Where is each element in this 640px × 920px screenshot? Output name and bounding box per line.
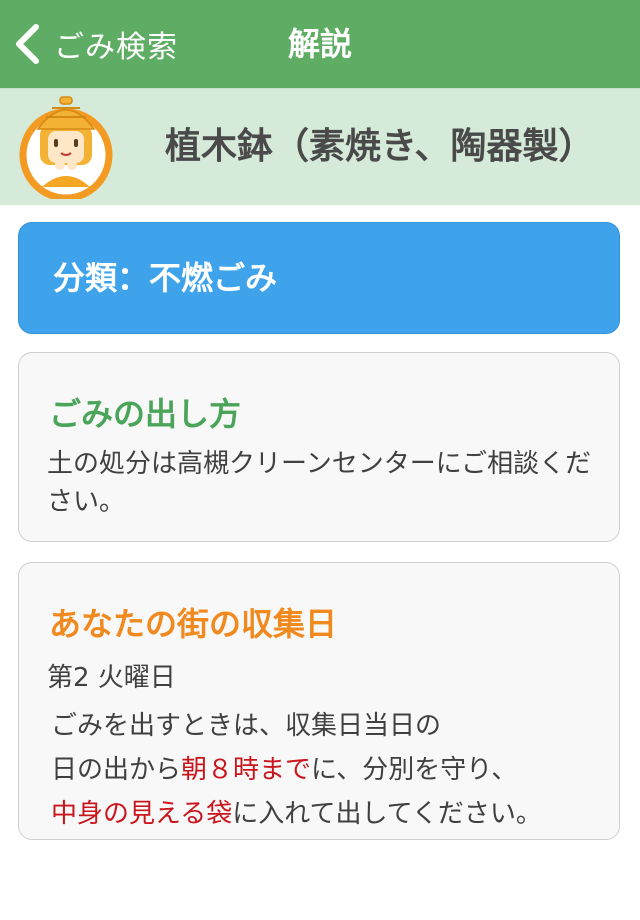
category-label: 分類：不燃ごみ — [53, 259, 278, 297]
collection-note-line-1: ごみを出すときは、収集日当日の — [51, 705, 441, 742]
collection-schedule: 第2 火曜日 — [47, 663, 176, 693]
collection-note-text: ごみを出すときは、収集日当日の — [51, 711, 442, 741]
item-header: 植木鉢（素焼き、陶器製） — [0, 88, 640, 205]
chevron-left-icon — [16, 24, 39, 64]
collection-note-text: に入れて出してください。 — [232, 799, 542, 829]
back-button[interactable]: ごみ検索 — [14, 22, 178, 66]
category-banner: 分類：不燃ごみ — [18, 222, 620, 334]
back-button-label: ごみ検索 — [54, 30, 178, 65]
collection-note-line-3: 中身の見える袋に入れて出してください。 — [51, 793, 542, 830]
collection-note-text: に、分別を守り、 — [311, 755, 518, 785]
collection-note-line-2: 日の出から朝８時までに、分別を守り、 — [51, 749, 517, 786]
collection-time-emphasis: 朝８時まで — [181, 755, 312, 785]
nav-title-text: 解説 — [287, 25, 352, 63]
item-name: 植木鉢（素焼き、陶器製） — [165, 126, 595, 167]
collection-card: あなたの街の収集日 第2 火曜日 ごみを出すときは、収集日当日の 日の出から朝８… — [18, 562, 620, 840]
collection-note-text: 日の出から — [51, 755, 182, 785]
collection-title: あなたの街の収集日 — [49, 605, 338, 643]
disposal-title: ごみの出し方 — [49, 395, 242, 433]
collection-bag-emphasis: 中身の見える袋 — [51, 799, 233, 829]
disposal-card: ごみの出し方 土の処分は高槻クリーンセンターにご相談ください。 — [18, 352, 620, 542]
navigation-bar: 解説 ごみ検索 — [0, 0, 640, 88]
disposal-body: 土の処分は高槻クリーンセンターにご相談ください。 — [47, 449, 592, 517]
mascot-icon — [19, 96, 113, 199]
